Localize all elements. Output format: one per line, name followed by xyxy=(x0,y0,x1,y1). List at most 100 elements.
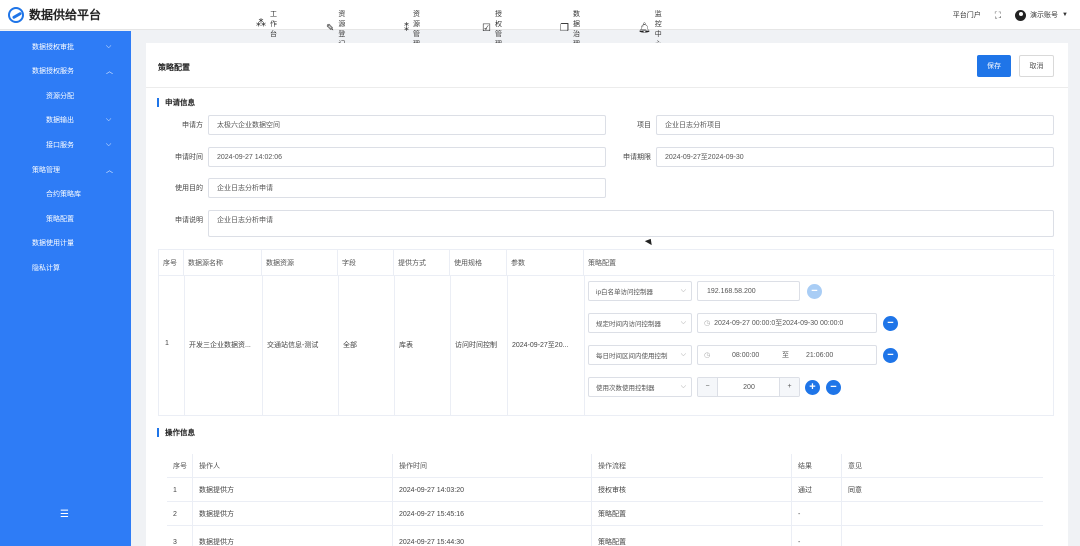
divider xyxy=(184,275,185,416)
col-header: 序号 xyxy=(173,463,187,470)
select-value: ip白名单访问控制器 xyxy=(596,289,654,296)
row-source: 开发三企业数据资... xyxy=(189,342,251,349)
row-index: 1 xyxy=(165,340,169,347)
account-name: 演示账号 xyxy=(1030,12,1059,19)
col-header: 序号 xyxy=(159,250,184,275)
col-header: 字段 xyxy=(338,250,394,275)
col-header: 数据源名称 xyxy=(184,250,262,275)
count-value[interactable]: 200 xyxy=(718,384,780,391)
sidebar-item-usage-metering[interactable]: 数据使用计量 xyxy=(0,231,131,255)
col-header: 使用规格 xyxy=(450,250,507,275)
sidebar-item-auth-approval[interactable]: 数据授权审批 ⌵ xyxy=(0,35,131,59)
section-title-ops-info: 操作信息 xyxy=(157,428,195,437)
top-right: 平台门户 ⛶ 演示账号 ▼ xyxy=(953,0,1068,30)
cell-operator: 数据提供方 xyxy=(199,487,234,494)
divider xyxy=(338,275,339,416)
divider xyxy=(591,454,592,546)
col-header: 操作流程 xyxy=(598,463,626,470)
add-policy-button[interactable]: + xyxy=(805,380,820,395)
decrement-button[interactable]: − xyxy=(698,378,718,396)
applicant-field[interactable]: 太极六企业数据空间 xyxy=(208,115,606,135)
app-logo[interactable]: 数据供给平台 xyxy=(8,6,101,23)
main-panel: 策略配置 保存 取消 申请信息 申请方 太极六企业数据空间 项目 企业日志分析项… xyxy=(146,43,1068,546)
nav-label: 工作台 xyxy=(270,11,277,38)
cell-opinion: 同意 xyxy=(848,487,862,494)
policy-type-select[interactable]: 每日时间区间内使用控制 ⌵ xyxy=(588,345,692,365)
range-end: 21:06:00 xyxy=(806,351,834,359)
nav-workbench[interactable]: ⁂ 工作台 xyxy=(256,9,277,39)
select-value: 每日时间区间内使用控制 xyxy=(596,353,668,360)
sidebar-item-label: 数据输出 xyxy=(46,117,74,124)
cell-time: 2024-09-27 14:03:20 xyxy=(399,486,464,494)
chevron-down-icon: ⌵ xyxy=(680,351,686,358)
ip-whitelist-input[interactable]: 192.168.58.200 xyxy=(697,281,800,301)
sidebar-item-contract-policy-lib[interactable]: 合约策略库 xyxy=(0,182,131,206)
count-stepper[interactable]: − 200 + xyxy=(697,377,800,397)
col-header: 策略配置 xyxy=(588,259,616,267)
sidebar-item-resource-allocation[interactable]: 资源分配 xyxy=(0,84,131,108)
sidebar-item-api-service[interactable]: 接口服务 ⌵ xyxy=(0,133,131,157)
range-start: 08:00:00 xyxy=(732,351,760,359)
cell-index: 3 xyxy=(173,538,177,546)
portal-link[interactable]: 平台门户 xyxy=(953,10,981,20)
cell-result: - xyxy=(798,538,801,546)
purpose-field[interactable]: 企业日志分析申请 xyxy=(208,178,606,198)
table-row: 1 数据提供方 2024-09-27 14:03:20 授权审核 通过 同意 xyxy=(167,478,1043,502)
remove-policy-button[interactable]: − xyxy=(883,316,898,331)
sidebar-item-label: 合约策略库 xyxy=(46,191,81,198)
divider xyxy=(146,87,1068,88)
pen-icon: ✎ xyxy=(326,23,335,34)
clock-icon: ◷ xyxy=(704,320,711,327)
apply-time-field[interactable]: 2024-09-27 14:02:06 xyxy=(208,147,606,167)
project-field[interactable]: 企业日志分析项目 xyxy=(656,115,1054,135)
resource-manage-icon: ⁑ xyxy=(404,23,409,34)
date-range-input[interactable]: ◷ 2024-09-27 00:00:0 至 2024-09-30 00:00:… xyxy=(697,313,877,333)
divider xyxy=(507,275,508,416)
avatar-icon xyxy=(1015,9,1027,21)
save-button[interactable]: 保存 xyxy=(977,55,1011,77)
copy-icon: ❐ xyxy=(560,23,569,34)
chevron-down-icon: ⌵ xyxy=(106,43,112,50)
sidebar-item-label: 接口服务 xyxy=(46,142,74,149)
account-menu[interactable]: 演示账号 ▼ xyxy=(1015,9,1068,21)
sidebar-item-privacy-computing[interactable]: 隐私计算 xyxy=(0,256,131,280)
apply-period-label: 申请期限 xyxy=(623,154,651,161)
apply-period-field[interactable]: 2024-09-27至2024-09-30 xyxy=(656,147,1054,167)
table-header-row: 序号 操作人 操作时间 操作流程 结果 意见 xyxy=(167,454,1043,478)
cell-result: - xyxy=(798,510,801,518)
time-range-input[interactable]: ◷ 08:00:00 至 21:06:00 xyxy=(697,345,877,365)
remove-policy-button[interactable]: − xyxy=(883,348,898,363)
range-separator: 至 xyxy=(782,352,789,359)
sidebar-item-auth-service[interactable]: 数据授权服务 ︿ xyxy=(0,59,131,83)
increment-button[interactable]: + xyxy=(779,378,799,396)
sidebar-item-label: 资源分配 xyxy=(46,93,74,100)
table-row: 2 数据提供方 2024-09-27 15:45:16 策略配置 - xyxy=(167,502,1043,526)
fullscreen-icon[interactable]: ⛶ xyxy=(995,10,1001,21)
remove-policy-button[interactable]: − xyxy=(826,380,841,395)
cell-process: 策略配置 xyxy=(598,539,626,546)
remove-policy-button[interactable]: − xyxy=(807,284,822,299)
divider xyxy=(159,275,1055,276)
caret-down-icon: ▼ xyxy=(1062,12,1068,18)
divider xyxy=(392,454,393,546)
desc-field[interactable]: 企业日志分析申请 xyxy=(208,210,1054,237)
range-separator: 至 xyxy=(775,320,783,327)
policy-type-select[interactable]: 规定时间内访问控制器 ⌵ xyxy=(588,313,692,333)
logo-icon xyxy=(8,6,24,23)
collapse-menu-icon[interactable]: ☰ xyxy=(60,509,69,520)
divider xyxy=(450,275,451,416)
row-params: 2024-09-27至20... xyxy=(512,342,569,349)
sidebar-item-label: 隐私计算 xyxy=(32,265,60,272)
col-header: 操作时间 xyxy=(399,463,427,470)
cell-operator: 数据提供方 xyxy=(199,511,234,518)
col-header: 数据资源 xyxy=(262,250,338,275)
chevron-up-icon: ︿ xyxy=(106,167,113,174)
sidebar-item-policy-manage[interactable]: 策略管理 ︿ xyxy=(0,158,131,182)
row-field: 全部 xyxy=(343,342,357,349)
policy-type-select[interactable]: 使用次数使用控制器 ⌵ xyxy=(588,377,692,397)
cancel-button[interactable]: 取消 xyxy=(1019,55,1054,77)
checkbox-icon: ☑ xyxy=(482,23,491,34)
sidebar-item-data-output[interactable]: 数据输出 ⌵ xyxy=(0,108,131,132)
policy-type-select[interactable]: ip白名单访问控制器 ⌵ xyxy=(588,281,692,301)
sidebar-item-policy-config[interactable]: 策略配置 xyxy=(0,207,131,231)
